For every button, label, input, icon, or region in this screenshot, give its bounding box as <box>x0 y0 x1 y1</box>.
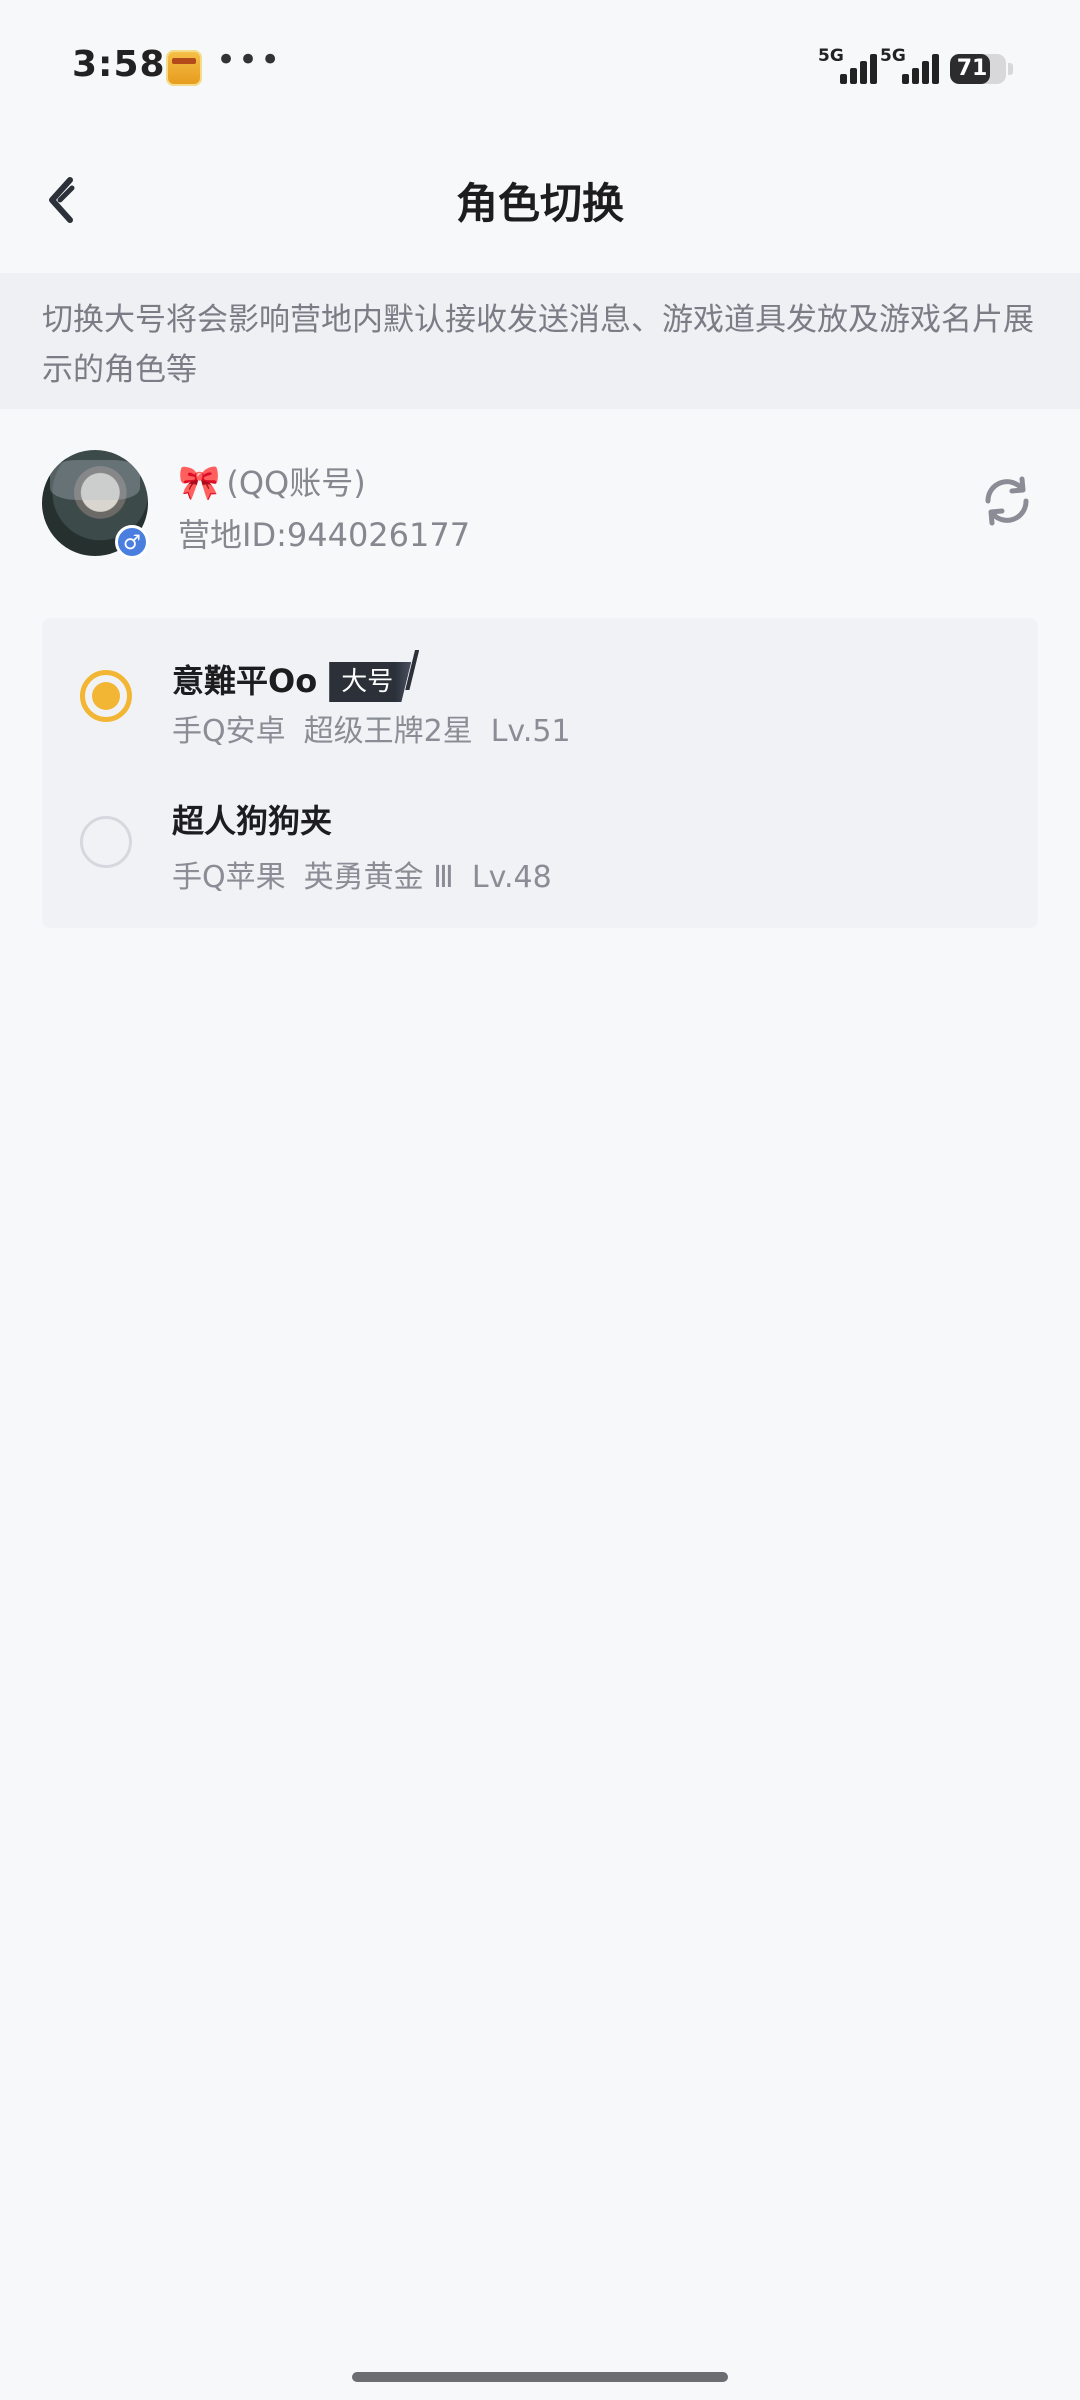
role-name: 超人狗狗夹 <box>172 796 332 842</box>
role-item-1[interactable]: 意難平Oo 大号 手Q安卓 超级王牌2星 Lv.51 <box>42 618 1038 764</box>
role-name-text: 超人狗狗夹 <box>172 802 333 840</box>
refresh-button[interactable] <box>978 472 1036 530</box>
home-indicator[interactable] <box>352 2372 728 2382</box>
role-platform: 手Q安卓 <box>172 714 286 749</box>
role-list: 意難平Oo 大号 手Q安卓 超级王牌2星 Lv.51 超人狗狗夹 手Q苹果 英勇黄金 Ⅲ… <box>42 618 1038 928</box>
battery-tip <box>1008 63 1013 75</box>
role-info: 手Q苹果 英勇黄金 Ⅲ Lv.48 <box>172 852 570 896</box>
more-notifications-icon: ••• <box>216 40 283 80</box>
bow-icon: 🎀 <box>178 463 221 503</box>
nav-bar: 角色切换 <box>0 130 1080 270</box>
refresh-icon <box>985 476 1029 526</box>
male-gender-icon: ♂ <box>115 525 149 559</box>
role-level: Lv.51 <box>490 714 571 749</box>
signal-2-label: 5G <box>880 46 906 66</box>
role-rank: 超级王牌2星 <box>303 714 473 749</box>
signal-1-label: 5G <box>818 46 844 66</box>
status-bar: 3:58 ••• 5G 5G 71 <box>0 0 1080 130</box>
role-item-2[interactable]: 超人狗狗夹 手Q苹果 英勇黄金 Ⅲ Lv.48 <box>42 764 1038 910</box>
role-rank: 英勇黄金 Ⅲ <box>303 860 454 895</box>
role-name: 意難平Oo 大号 <box>172 650 420 702</box>
role-level: Lv.48 <box>471 860 552 895</box>
radio-unselected-icon[interactable] <box>80 816 132 868</box>
account-card: ♂ 🎀 (QQ账号) 营地ID:944026177 <box>0 430 1080 580</box>
account-name: 🎀 (QQ账号) <box>178 458 366 504</box>
role-platform: 手Q苹果 <box>172 860 286 895</box>
role-name-text: 意難平Oo <box>172 662 318 700</box>
screen: 3:58 ••• 5G 5G 71 角色切换 切换大号将会影响营地内默认接收发送… <box>0 0 1080 2400</box>
app-notification-icon <box>166 50 202 86</box>
radio-selected-icon[interactable] <box>80 670 132 722</box>
status-time: 3:58 <box>72 44 166 85</box>
signal-2-icon: 5G <box>880 46 940 88</box>
notice-banner: 切换大号将会影响营地内默认接收发送消息、游戏道具发放及游戏名片展示的角色等 <box>0 273 1080 409</box>
main-account-badge: 大号 <box>329 662 412 702</box>
account-type-label: (QQ账号) <box>226 464 366 502</box>
signal-1-icon: 5G <box>818 46 878 88</box>
page-title: 角色切换 <box>455 179 624 228</box>
battery-icon: 71 <box>950 54 1006 84</box>
battery-level: 71 <box>956 56 988 81</box>
camp-id: 营地ID:944026177 <box>178 516 471 554</box>
role-info: 手Q安卓 超级王牌2星 Lv.51 <box>172 706 589 750</box>
